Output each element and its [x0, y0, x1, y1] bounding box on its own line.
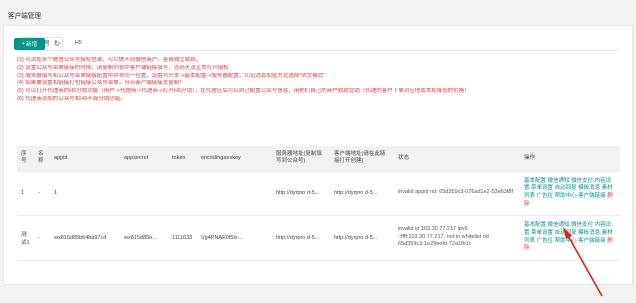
template-message-link[interactable]: 模板消息 — [578, 230, 600, 236]
col-header-appid: appid — [50, 146, 120, 172]
client-link-link[interactable]: 客户端链接 — [578, 238, 606, 244]
toolbar: + 新增 ↻ — [14, 38, 62, 50]
col-header-client: 客户端地址(请在此链接打开创建) — [330, 146, 394, 172]
template-message-link[interactable]: 模板消息 — [578, 185, 600, 191]
col-header-aeskey: encodingaeskey — [197, 146, 272, 172]
table-row: 1 - 1 http://dyrpro d-5... http://dyrpro… — [17, 171, 620, 216]
notice-item: (5) 可以打开代理商的H5分销功能（用户->代理商->代理商->打开H5分销）… — [17, 88, 470, 95]
cell-server-url[interactable]: http://dyrpro d-5... — [272, 215, 330, 261]
basic-config-link[interactable]: 基本配置 — [524, 178, 546, 184]
ad-slot-link[interactable]: 广告位 — [537, 238, 554, 244]
wechat-notify-link[interactable]: 微信通知 — [548, 222, 570, 228]
add-button-label: 新增 — [26, 42, 38, 48]
col-header-appsecret: appsecret — [120, 146, 168, 172]
wechat-pay-link[interactable]: 微信支付 — [571, 178, 593, 184]
col-header-actions: 操作 — [520, 146, 620, 172]
notice-item: (6) 代理商添加的公众号和H5不算分销功能。 — [17, 95, 126, 102]
table-header-row: 序号 名称 appid appsecret token encodingaesk… — [17, 146, 620, 172]
cell-name: - — [34, 215, 50, 261]
col-header-status: 状态 — [394, 146, 520, 172]
col-header-name: 名称 — [34, 146, 50, 172]
col-header-no: 序号 — [17, 146, 34, 172]
page-title: 客户端管理 — [8, 13, 41, 20]
cell-client-url[interactable]: http://dyrpro d-5... — [330, 171, 394, 216]
cell-aeskey: Vg4PNAE0f5Ix... — [197, 215, 272, 261]
cell-no: 测试1 — [17, 215, 34, 261]
help-center-link[interactable]: 帮助中心 — [555, 238, 577, 244]
cell-token: 1111633 — [168, 215, 197, 261]
notice-item: (4) 如果要设置和链接打包链接公众号菜单，可点客户端链接去复制！ — [17, 80, 185, 87]
client-table: 序号 名称 appid appsecret token encodingaesk… — [17, 146, 620, 261]
refresh-icon[interactable]: ↻ — [52, 39, 62, 49]
cell-status: invalid ip 103.30.77.217 ipv6 ::ffff:103… — [394, 215, 520, 261]
cell-server-url[interactable]: http://dyrpro d-5... — [272, 171, 330, 216]
cell-token — [168, 171, 197, 216]
notice-item: (3) 服务器填写和公众号菜单链接配置中并非同一位置，设置与开发->基本配置->… — [17, 72, 326, 79]
notice-list: (1) 可添加多个微信公众号授权登录，可以做不同微信商户，各自独立收款。 (2)… — [17, 57, 617, 104]
wechat-notify-link[interactable]: 微信通知 — [548, 178, 570, 184]
col-header-token: token — [168, 146, 197, 172]
basic-config-link[interactable]: 基本配置 — [524, 222, 546, 228]
notice-item: (2) 设置公众号菜单链接的时候，请复制列表中客户端链接填写，否则无法正常打开授… — [17, 64, 229, 71]
ad-slot-link[interactable]: 广告位 — [537, 193, 554, 199]
notice-item: (1) 可添加多个微信公众号授权登录，可以做不同微信商户，各自独立收款。 — [17, 57, 202, 63]
menu-settings-link[interactable]: 菜单设置 — [531, 185, 553, 191]
plus-icon: + — [21, 41, 26, 47]
cell-appid: 1 — [50, 171, 120, 216]
table-row: 测试1 - wx815d85b64ba97cd wx815d85b... 111… — [17, 215, 620, 261]
cell-aeskey — [197, 171, 272, 216]
add-button[interactable]: + 新增 — [14, 38, 45, 50]
help-center-link[interactable]: 帮助中心 — [555, 193, 577, 199]
menu-settings-link[interactable]: 菜单设置 — [531, 230, 553, 236]
cell-actions: 基本配置 微信通知 微信支付 内容设置 菜单设置 自动回复 模板消息 素材列表 … — [520, 171, 620, 216]
cell-appsecret: wx815d85b... — [120, 215, 168, 261]
col-header-server: 服务器地址(复制填写到公众号) — [272, 146, 330, 172]
auto-reply-link[interactable]: 自动回复 — [555, 230, 577, 236]
tab-h5[interactable]: H5 — [63, 37, 94, 50]
cell-appid: wx815d85b64ba97cd — [50, 215, 120, 261]
auto-reply-link[interactable]: 自动回复 — [555, 185, 577, 191]
tab-divider — [20, 50, 618, 51]
wechat-pay-link[interactable]: 微信支付 — [571, 222, 593, 228]
client-link-link[interactable]: 客户端链接 — [578, 193, 606, 199]
cell-actions: 基本配置 微信通知 微信支付 内容设置 菜单设置 自动回复 模板消息 素材列表 … — [520, 215, 620, 261]
cell-client-url[interactable]: http://dyrpro d-5... — [330, 215, 394, 261]
cell-appsecret — [120, 171, 168, 216]
cell-no: 1 — [17, 171, 34, 216]
cell-status: invalid appid rid: 65d359c3-076ad1e2-53e… — [394, 171, 520, 216]
cell-name: - — [34, 171, 50, 216]
